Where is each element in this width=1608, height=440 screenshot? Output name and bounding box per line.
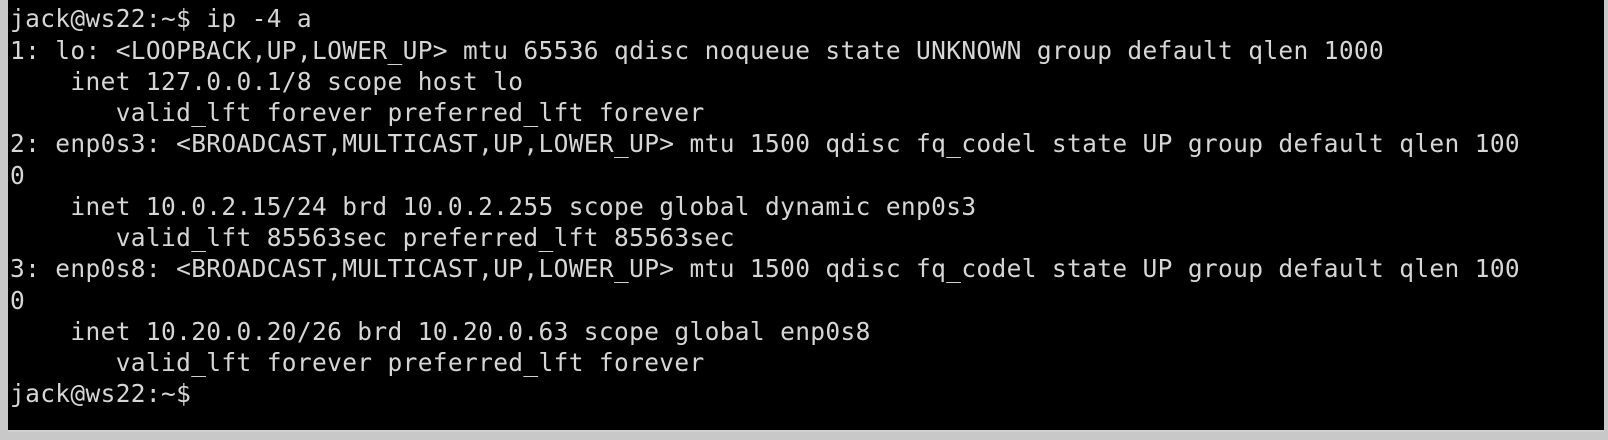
terminal-output[interactable]: jack@ws22:~$ ip -4 a 1: lo: <LOOPBACK,UP… — [8, 0, 1604, 432]
terminal-line-prompt-command: jack@ws22:~$ ip -4 a — [10, 4, 313, 33]
terminal-line-enp0s8-wrap: 0 — [10, 286, 26, 315]
terminal-line-enp0s8-lft: valid_lft forever preferred_lft forever — [10, 348, 705, 377]
terminal-line-lo-header: 1: lo: <LOOPBACK,UP,LOWER_UP> mtu 65536 … — [10, 36, 1385, 65]
terminal-line-enp0s3-wrap: 0 — [10, 161, 26, 190]
terminal-line-lo-inet: inet 127.0.0.1/8 scope host lo — [10, 67, 524, 96]
terminal-line-enp0s3-header: 2: enp0s3: <BROADCAST,MULTICAST,UP,LOWER… — [10, 129, 1521, 158]
terminal-line-prompt: jack@ws22:~$ — [10, 379, 192, 408]
terminal-line-enp0s3-lft: valid_lft 85563sec preferred_lft 85563se… — [10, 223, 735, 252]
terminal-line-enp0s8-inet: inet 10.20.0.20/26 brd 10.20.0.63 scope … — [10, 317, 871, 346]
terminal-line-enp0s3-inet: inet 10.0.2.15/24 brd 10.0.2.255 scope g… — [10, 192, 977, 221]
terminal-line-enp0s8-header: 3: enp0s8: <BROADCAST,MULTICAST,UP,LOWER… — [10, 254, 1521, 283]
terminal-line-lo-lft: valid_lft forever preferred_lft forever — [10, 98, 705, 127]
terminal-window: jack@ws22:~$ ip -4 a 1: lo: <LOOPBACK,UP… — [0, 0, 1608, 440]
